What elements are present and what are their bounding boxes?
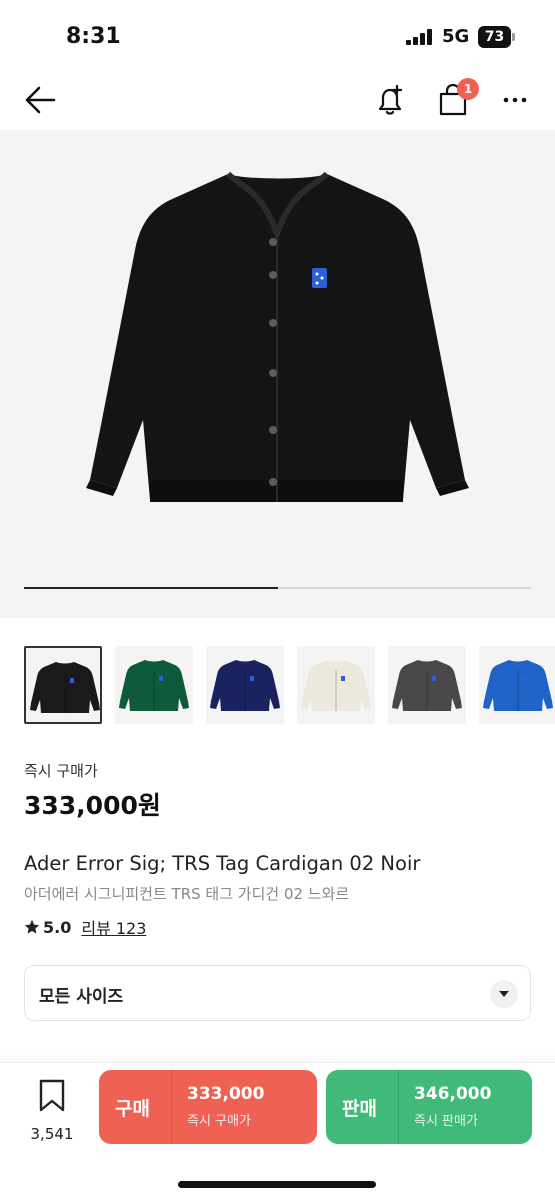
color-thumbnails <box>24 646 555 726</box>
signal-icon <box>406 29 434 45</box>
sell-button[interactable]: 판매 346,000 즉시 판매가 <box>326 1070 532 1144</box>
rating-value: 5.0 <box>43 917 72 937</box>
color-thumbnail[interactable] <box>388 646 466 724</box>
battery-level: 73 <box>478 26 511 48</box>
arrow-left-icon[interactable] <box>22 80 62 120</box>
more-horizontal-icon[interactable] <box>498 80 538 120</box>
cardigan-image <box>86 171 469 502</box>
image-progress-fill <box>24 587 278 589</box>
color-thumbnail[interactable] <box>297 646 375 724</box>
star-icon <box>24 919 40 934</box>
network-label: 5G <box>442 26 470 47</box>
sell-price-label: 즉시 판매가 <box>414 1114 478 1129</box>
buy-price: 333,000 <box>187 1084 265 1104</box>
wishlist-button[interactable]: 3,541 <box>24 1077 80 1147</box>
rating-row: 5.0 리뷰 123 <box>24 916 146 938</box>
buy-button[interactable]: 구매 333,000 즉시 구매가 <box>99 1070 317 1144</box>
cart-count-badge: 1 <box>457 78 479 100</box>
image-progress <box>24 587 531 589</box>
chevron-down-icon <box>490 980 518 1008</box>
buy-button-label: 구매 <box>115 1098 150 1120</box>
price-label: 즉시 구매가 <box>24 762 98 780</box>
status-time: 8:31 <box>66 24 121 49</box>
home-indicator <box>178 1181 376 1188</box>
battery-icon: 73 <box>478 26 516 48</box>
color-thumbnail[interactable] <box>479 646 555 724</box>
color-thumbnail[interactable] <box>115 646 193 724</box>
review-link[interactable]: 리뷰 123 <box>81 915 146 939</box>
product-subname: 아더에러 시그니피컨트 TRS 태그 가디건 02 느와르 <box>24 885 350 903</box>
bottom-bar: 3,541 구매 333,000 즉시 구매가 판매 346,000 즉시 판매… <box>0 1062 555 1200</box>
status-bar: 8:31 5G 73 <box>0 0 555 72</box>
color-thumbnail[interactable] <box>206 646 284 724</box>
size-select[interactable]: 모든 사이즈 <box>24 965 531 1021</box>
price: 333,000원 <box>24 791 161 820</box>
bookmark-icon <box>39 1079 65 1112</box>
wish-count: 3,541 <box>30 1125 74 1143</box>
bell-plus-icon[interactable] <box>370 80 410 120</box>
buy-price-label: 즉시 구매가 <box>187 1114 251 1129</box>
size-select-label: 모든 사이즈 <box>39 987 124 1007</box>
sell-price: 346,000 <box>414 1084 492 1104</box>
color-thumbnail[interactable] <box>24 646 102 724</box>
product-name: Ader Error Sig; TRS Tag Cardigan 02 Noir <box>24 852 421 875</box>
product-image[interactable] <box>0 130 555 618</box>
sell-button-label: 판매 <box>342 1098 377 1120</box>
